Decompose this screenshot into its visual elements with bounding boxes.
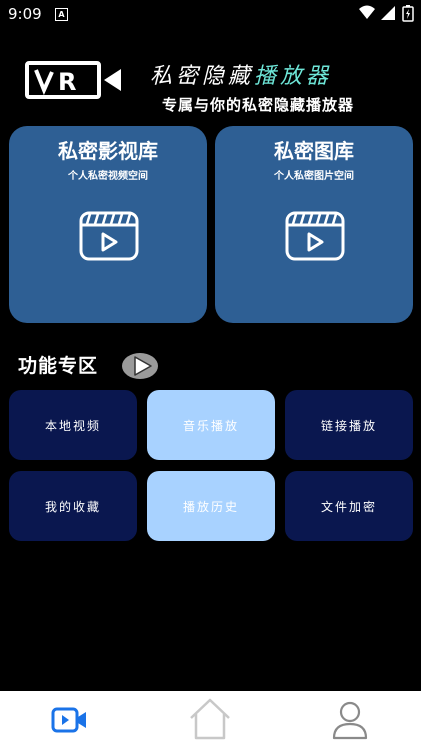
play-history-tile[interactable]: 播放历史: [147, 471, 275, 541]
video-camera-icon: [51, 707, 86, 733]
private-gallery-card[interactable]: 私密图库 个人私密图片空间: [215, 126, 413, 323]
card-title: 私密影视库: [58, 139, 158, 163]
card-subtitle: 个人私密视频空间: [68, 171, 148, 182]
card-title: 私密图库: [274, 139, 354, 163]
nav-video[interactable]: [10, 691, 130, 748]
status-bar: 9:09 A: [0, 0, 421, 30]
logo-letter: R: [58, 68, 76, 96]
home-icon: [190, 698, 230, 740]
app-title-main: 私密隐藏: [150, 64, 255, 89]
app-title-accent: 播放器: [254, 64, 333, 89]
nav-profile[interactable]: [290, 691, 410, 748]
vr-logo-icon: R: [25, 61, 121, 99]
notification-icon: A: [55, 8, 68, 21]
app-header: R 私密隐藏播放器 专属与你的私密隐藏播放器: [0, 50, 421, 120]
card-subtitle: 个人私密图片空间: [274, 171, 354, 182]
video-player-icon: [285, 211, 345, 261]
battery-icon: [402, 5, 414, 22]
app-slogan: 专属与你的私密隐藏播放器: [162, 96, 355, 114]
wifi-icon: [359, 5, 375, 19]
video-player-icon: [79, 211, 139, 261]
file-encrypt-tile[interactable]: 文件加密: [285, 471, 413, 541]
section-title: 功能专区: [18, 355, 99, 377]
my-favorites-tile[interactable]: 我的收藏: [9, 471, 137, 541]
signal-icon: [381, 6, 395, 20]
link-play-tile[interactable]: 链接播放: [285, 390, 413, 460]
person-icon: [332, 701, 368, 740]
private-video-library-card[interactable]: 私密影视库 个人私密视频空间: [9, 126, 207, 323]
status-time: 9:09: [8, 5, 42, 23]
music-play-tile[interactable]: 音乐播放: [147, 390, 275, 460]
app-title: 私密隐藏播放器: [150, 58, 332, 90]
play-circle-icon: [122, 353, 158, 379]
nav-home[interactable]: [150, 691, 270, 748]
local-video-tile[interactable]: 本地视频: [9, 390, 137, 460]
bottom-nav: [0, 691, 421, 748]
